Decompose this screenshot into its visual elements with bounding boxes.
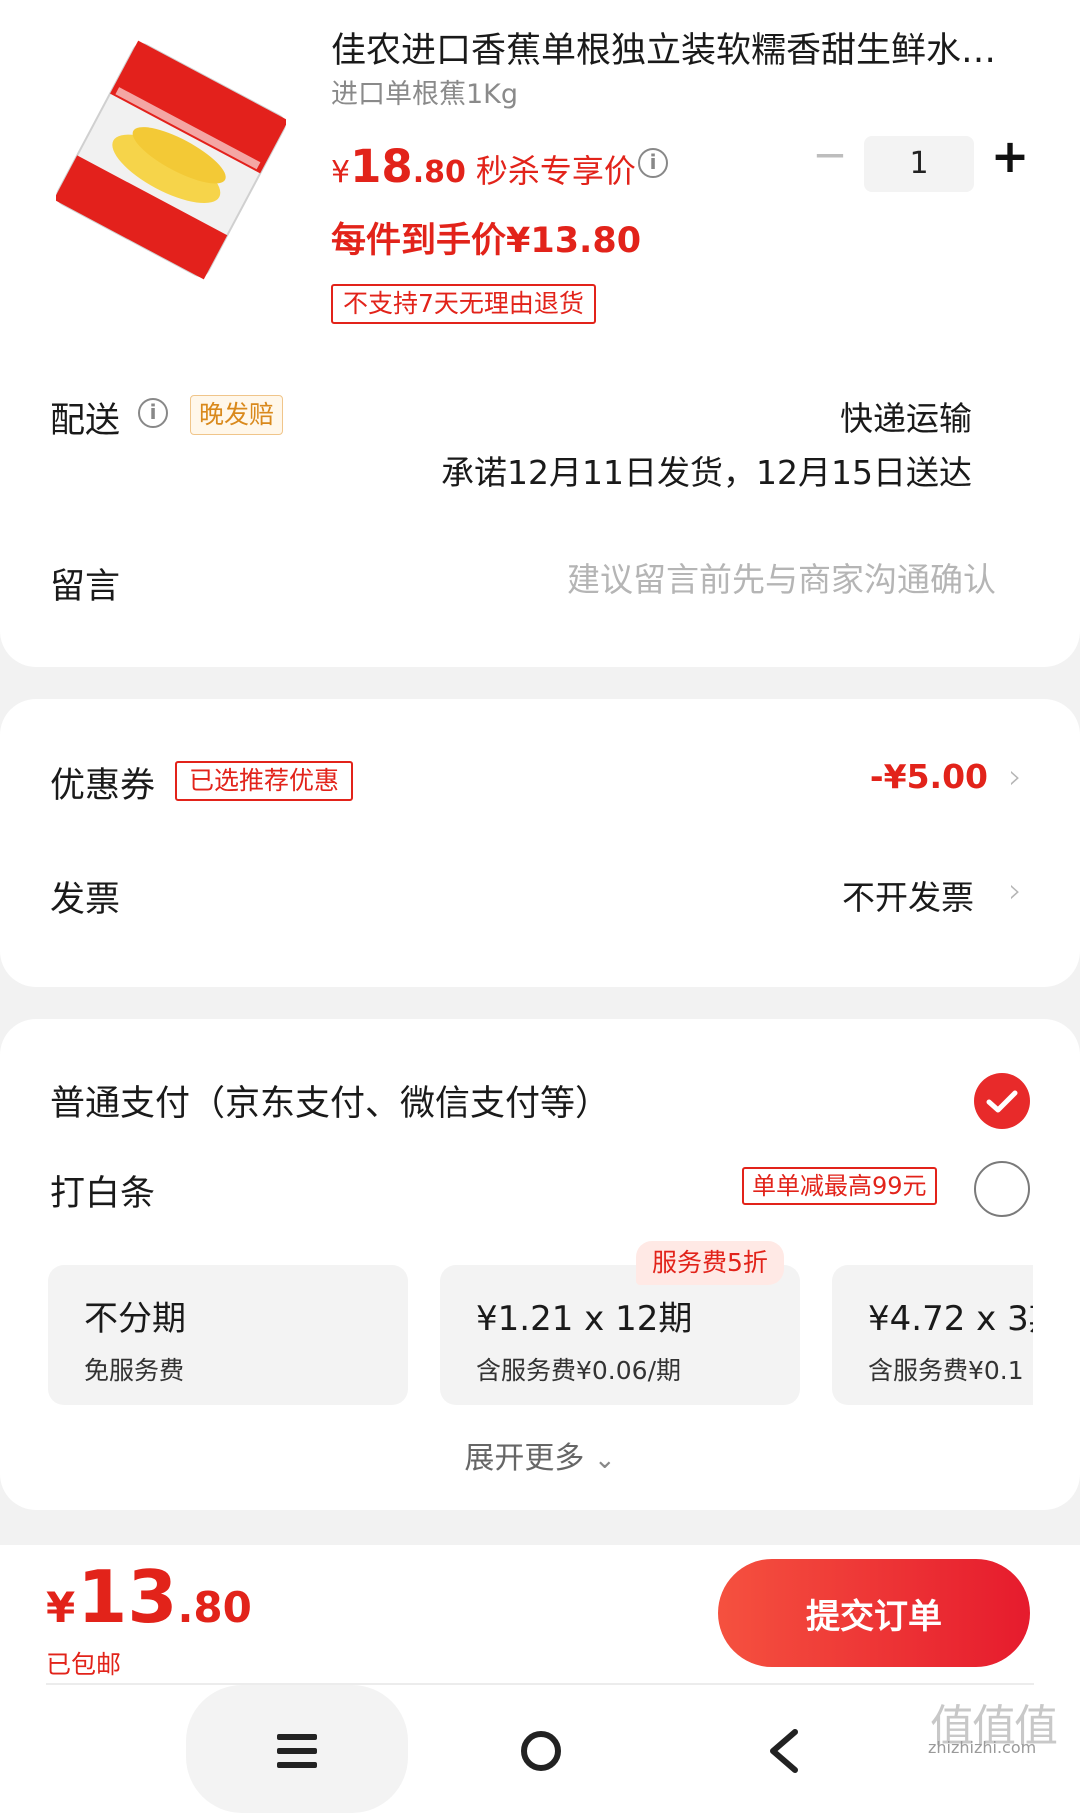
- installment-plan-card[interactable]: ¥1.21 x 12期 含服务费¥0.06/期: [440, 1265, 800, 1405]
- quantity-increase-button[interactable]: +: [990, 128, 1030, 184]
- delivery-promise[interactable]: 承诺12月11日发货，12月15日送达: [441, 446, 972, 494]
- payment-selected-check-icon[interactable]: [974, 1073, 1030, 1129]
- plan-subtitle: 含服务费¥0.06/期: [476, 1356, 681, 1385]
- submit-order-button[interactable]: 提交订单: [718, 1559, 1030, 1667]
- return-policy-badge: 不支持7天无理由退货: [331, 284, 596, 324]
- watermark-text: zhizhizhi.com: [928, 1738, 1037, 1757]
- message-label: 留言: [50, 567, 121, 607]
- chevron-down-icon: ⌄: [593, 1445, 616, 1475]
- baitiao-promo-badge: 单单减最高99元: [742, 1167, 937, 1205]
- shipping-method[interactable]: 快递运输: [840, 392, 972, 440]
- back-icon[interactable]: [738, 1691, 828, 1811]
- total-integer: 13: [77, 1555, 178, 1639]
- product-price: ¥ 18 .80 秒杀专享价: [331, 140, 636, 193]
- checkout-bar: ¥ 13 .80 已包邮 提交订单: [0, 1545, 1080, 1813]
- coupon-label: 优惠券: [50, 766, 156, 806]
- chevron-right-icon[interactable]: ›: [1008, 757, 1022, 797]
- shipping-label: 配送: [50, 401, 121, 441]
- shipping-info-icon[interactable]: i: [138, 398, 168, 428]
- price-tag: 秒杀专享价: [475, 152, 636, 190]
- product-spec[interactable]: 进口单根蕉1Kg: [331, 72, 518, 111]
- quantity-decrease-button[interactable]: −: [810, 130, 850, 180]
- installment-plan-card[interactable]: 不分期 免服务费: [48, 1265, 408, 1405]
- coupon-value[interactable]: -¥5.00: [870, 757, 988, 796]
- payment-card: 普通支付（京东支付、微信支付等） 打白条 单单减最高99元 服务费5折 不分期 …: [0, 1019, 1080, 1510]
- product-title[interactable]: 佳农进口香蕉单根独立装软糯香甜生鲜水…: [331, 22, 1031, 73]
- installment-plan-card[interactable]: ¥4.72 x 3期 含服务费¥0.1: [832, 1265, 1033, 1405]
- total-decimal: .80: [177, 1583, 252, 1632]
- service-fee-discount-badge: 服务费5折: [636, 1241, 784, 1285]
- price-currency: ¥: [331, 155, 351, 190]
- divider: [46, 1683, 1034, 1685]
- product-image[interactable]: [56, 40, 286, 280]
- menu-icon[interactable]: [252, 1691, 342, 1811]
- price-info-icon[interactable]: i: [638, 148, 668, 178]
- late-delivery-compensation-badge[interactable]: 晚发赔: [190, 395, 284, 435]
- coupon-recommended-badge: 已选推荐优惠: [175, 761, 354, 801]
- price-decimal: .80: [412, 155, 466, 190]
- discount-card: 优惠券 已选推荐优惠 -¥5.00 › 发票 不开发票 ›: [0, 699, 1080, 987]
- free-shipping-note: 已包邮: [46, 1650, 122, 1679]
- final-price: 每件到手价¥13.80: [331, 221, 642, 261]
- invoice-label: 发票: [50, 880, 121, 920]
- chevron-right-icon[interactable]: ›: [1008, 871, 1022, 911]
- installment-plans: 不分期 免服务费 ¥1.21 x 12期 含服务费¥0.06/期 ¥4.72 x…: [48, 1265, 1033, 1405]
- product-card: 佳农进口香蕉单根独立装软糯香甜生鲜水… 进口单根蕉1Kg ¥ 18 .80 秒杀…: [0, 0, 1080, 667]
- total-currency: ¥: [46, 1583, 76, 1632]
- price-integer: 18: [350, 140, 413, 193]
- order-total: ¥ 13 .80: [46, 1555, 252, 1639]
- plan-title: ¥1.21 x 12期: [476, 1299, 693, 1339]
- plan-title: 不分期: [84, 1299, 186, 1339]
- expand-more-button[interactable]: 展开更多 ⌄: [0, 1433, 1080, 1477]
- plan-subtitle: 含服务费¥0.1: [868, 1356, 1024, 1385]
- message-input[interactable]: [436, 554, 996, 604]
- normal-payment-option[interactable]: 普通支付（京东支付、微信支付等）: [50, 1075, 610, 1126]
- invoice-value[interactable]: 不开发票: [842, 871, 974, 919]
- baitiao-payment-option[interactable]: 打白条: [50, 1165, 155, 1216]
- home-icon[interactable]: [496, 1691, 586, 1811]
- plan-title: ¥4.72 x 3期: [868, 1299, 1033, 1339]
- payment-unselected-radio-icon[interactable]: [974, 1161, 1030, 1217]
- quantity-input[interactable]: 1: [864, 136, 974, 192]
- plan-subtitle: 免服务费: [84, 1356, 185, 1385]
- expand-more-label: 展开更多: [464, 1441, 585, 1476]
